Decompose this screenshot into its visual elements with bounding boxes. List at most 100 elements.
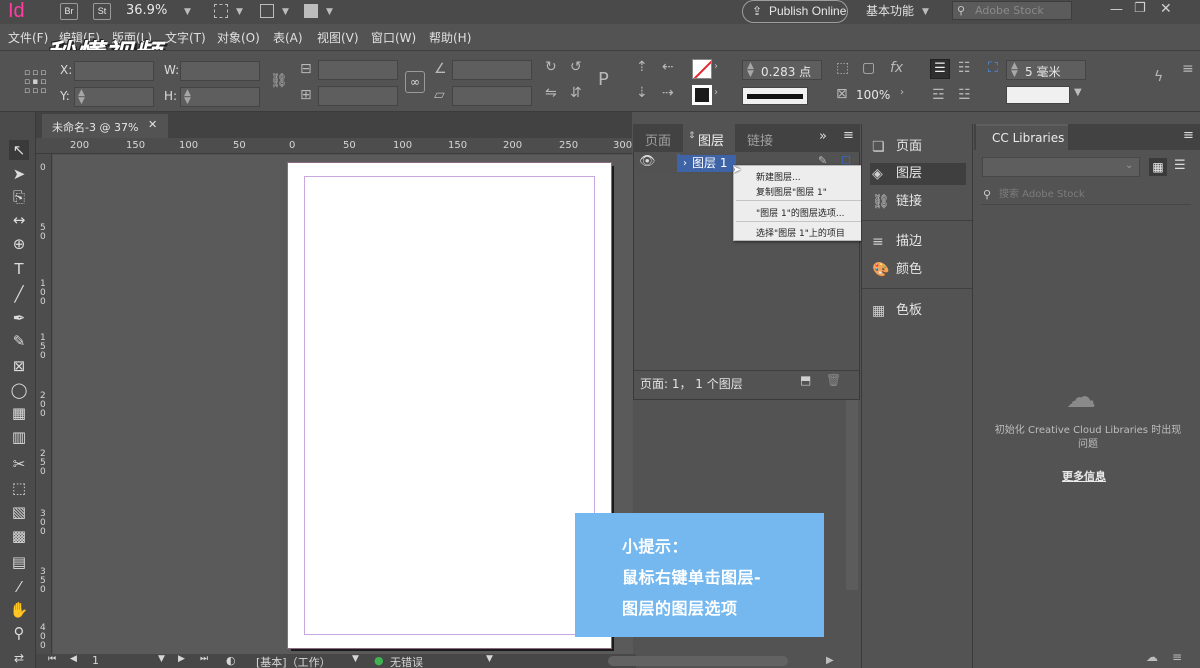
- layers-panel-menu-icon[interactable]: ≡: [843, 128, 854, 143]
- document-tab[interactable]: 未命名-3 @ 37% ✕: [42, 114, 168, 138]
- flip-horizontal-icon[interactable]: ⇋: [545, 85, 557, 101]
- content-collector-icon[interactable]: ⊕: [9, 234, 29, 254]
- opacity-menu-icon[interactable]: ›: [900, 87, 904, 98]
- screen-mode-icon[interactable]: [260, 4, 274, 18]
- hand-tool-icon[interactable]: ✋: [9, 600, 29, 620]
- layer-name-selected[interactable]: › 图层 1: [680, 155, 736, 172]
- vertical-scrollbar[interactable]: [846, 400, 858, 590]
- pen-tool-icon[interactable]: ✒: [9, 308, 29, 328]
- screen-mode-caret-icon[interactable]: ▼: [282, 7, 289, 17]
- select-previous-icon[interactable]: ⇠: [662, 59, 674, 75]
- close-window-icon[interactable]: ✕: [1160, 1, 1172, 17]
- previous-page-icon[interactable]: ◀: [70, 654, 77, 664]
- library-select[interactable]: ⌄: [982, 157, 1140, 177]
- dock-swatches[interactable]: ▦ 色板: [870, 300, 966, 322]
- cc-libraries-footer-menu-icon[interactable]: ≡: [1172, 650, 1182, 664]
- stroke-weight-stepper-icon[interactable]: ▲ ▼: [747, 62, 754, 79]
- gap-field[interactable]: ▲ ▼ 5 毫米: [1006, 60, 1086, 80]
- delete-layer-icon[interactable]: 🗑: [826, 373, 841, 387]
- menu-duplicate-layer[interactable]: 复制图层"图层 1": [756, 185, 827, 198]
- cc-sync-icon[interactable]: ☁: [1146, 650, 1158, 664]
- grid-view-icon[interactable]: ▦: [1149, 158, 1167, 176]
- opacity-value[interactable]: 100%: [856, 88, 890, 102]
- gap-stepper-icon[interactable]: ▲ ▼: [1011, 62, 1018, 79]
- select-container-icon[interactable]: ⇡: [636, 59, 648, 75]
- stroke-weight-field[interactable]: ▲ ▼ 0.283 点: [742, 60, 822, 80]
- fill-menu-icon[interactable]: ›: [714, 61, 718, 72]
- menu-table[interactable]: 表(A): [273, 29, 303, 46]
- wrap-bbox-icon[interactable]: ☷: [958, 60, 971, 76]
- menu-window[interactable]: 窗口(W): [371, 29, 416, 46]
- rectangle-frame-tool-icon[interactable]: ⊠: [9, 356, 29, 376]
- menu-help[interactable]: 帮助(H): [429, 29, 471, 46]
- arrange-caret-icon[interactable]: ▼: [326, 7, 333, 17]
- collapse-panel-icon[interactable]: »: [819, 129, 827, 144]
- auto-fit-icon[interactable]: ⬚: [836, 60, 849, 76]
- menu-view[interactable]: 视图(V): [317, 29, 359, 46]
- selection-tool-icon[interactable]: ↖: [9, 140, 29, 160]
- height-field[interactable]: [180, 87, 260, 107]
- tab-cc-libraries[interactable]: CC Libraries: [976, 124, 1068, 150]
- stock-button[interactable]: St: [93, 3, 111, 20]
- scroll-right-icon[interactable]: ▶: [826, 655, 834, 666]
- scale-x-field[interactable]: [318, 60, 398, 80]
- width-field[interactable]: [180, 61, 260, 81]
- workspace-switcher[interactable]: 基本功能: [866, 2, 914, 19]
- close-tab-icon[interactable]: ✕: [148, 118, 157, 131]
- stroke-type-select[interactable]: [742, 87, 808, 105]
- bridge-button[interactable]: Br: [60, 3, 78, 20]
- stroke-swatch[interactable]: [692, 85, 712, 105]
- cc-libraries-menu-icon[interactable]: ≡: [1183, 128, 1194, 143]
- x-field[interactable]: [74, 61, 154, 81]
- preflight-icon[interactable]: ◐: [226, 654, 236, 667]
- shear-field[interactable]: [452, 86, 532, 106]
- publish-online-button[interactable]: ⇪ Publish Online: [742, 0, 848, 23]
- drop-shadow-icon[interactable]: ▢: [862, 60, 875, 76]
- constrain-proportions-icon[interactable]: ⛓: [270, 73, 288, 89]
- dock-pages[interactable]: ❏ 页面: [870, 136, 966, 158]
- eyedropper-tool-icon[interactable]: ⁄: [9, 577, 29, 597]
- menu-layer-options[interactable]: "图层 1"的图层选项...: [756, 206, 844, 219]
- wrap-none-icon[interactable]: ☰: [930, 59, 950, 79]
- dock-stroke[interactable]: ≡ 描边: [870, 231, 966, 253]
- preflight-caret-icon[interactable]: ▼: [486, 654, 493, 664]
- horizontal-scrollbar[interactable]: [608, 656, 788, 666]
- pencil-tool-icon[interactable]: ✎: [9, 331, 29, 351]
- dock-layers[interactable]: ◈ 图层: [870, 163, 966, 185]
- fill-none-swatch[interactable]: [692, 59, 712, 79]
- expand-layer-icon[interactable]: ›: [683, 155, 687, 172]
- dock-color[interactable]: 🎨 颜色: [870, 259, 966, 281]
- dock-links[interactable]: ⛓ 链接: [870, 191, 966, 213]
- menu-type[interactable]: 文字(T): [165, 29, 206, 46]
- effects-icon[interactable]: fx: [890, 60, 903, 76]
- select-content-icon[interactable]: ⇣: [636, 85, 648, 101]
- free-transform-tool-icon[interactable]: ⬚: [9, 478, 29, 498]
- quick-apply-icon[interactable]: ϟ: [1154, 69, 1163, 85]
- visibility-eye-icon[interactable]: 👁: [639, 154, 656, 169]
- object-style-caret-icon[interactable]: ▼: [1074, 87, 1082, 98]
- direct-selection-tool-icon[interactable]: ➤: [9, 164, 29, 184]
- h-stepper-icon[interactable]: ▲ ▼: [184, 89, 191, 106]
- view-options-caret-icon[interactable]: ▼: [236, 7, 243, 17]
- minimize-icon[interactable]: —: [1110, 2, 1123, 17]
- table-tool-icon[interactable]: ▦: [9, 403, 29, 423]
- line-tool-icon[interactable]: ╱: [9, 284, 29, 304]
- first-page-icon[interactable]: ⏮: [48, 654, 56, 664]
- select-next-icon[interactable]: ⇢: [662, 85, 674, 101]
- zoom-dropdown-icon[interactable]: ▼: [184, 7, 191, 17]
- rotate-cw-icon[interactable]: ↻: [545, 59, 557, 75]
- scale-y-field[interactable]: [318, 86, 398, 106]
- restore-icon[interactable]: ❐: [1134, 1, 1146, 16]
- scissors-tool-icon[interactable]: ✂: [9, 454, 29, 474]
- text-direction-icon[interactable]: P: [598, 69, 609, 90]
- tab-links[interactable]: 链接: [747, 130, 773, 149]
- master-caret-icon[interactable]: ▼: [352, 654, 359, 664]
- page-tool-icon[interactable]: ⎘: [9, 187, 29, 207]
- wrap-jump-icon[interactable]: ☳: [958, 87, 971, 103]
- grid-tool-icon[interactable]: ▥: [9, 427, 29, 447]
- type-tool-icon[interactable]: T: [9, 259, 29, 279]
- wrap-shape-icon[interactable]: ☲: [932, 87, 945, 103]
- layer-selection-square-icon[interactable]: [842, 156, 850, 164]
- workspace-caret-icon[interactable]: ▼: [922, 7, 929, 17]
- new-layer-icon[interactable]: ⬒: [800, 373, 811, 387]
